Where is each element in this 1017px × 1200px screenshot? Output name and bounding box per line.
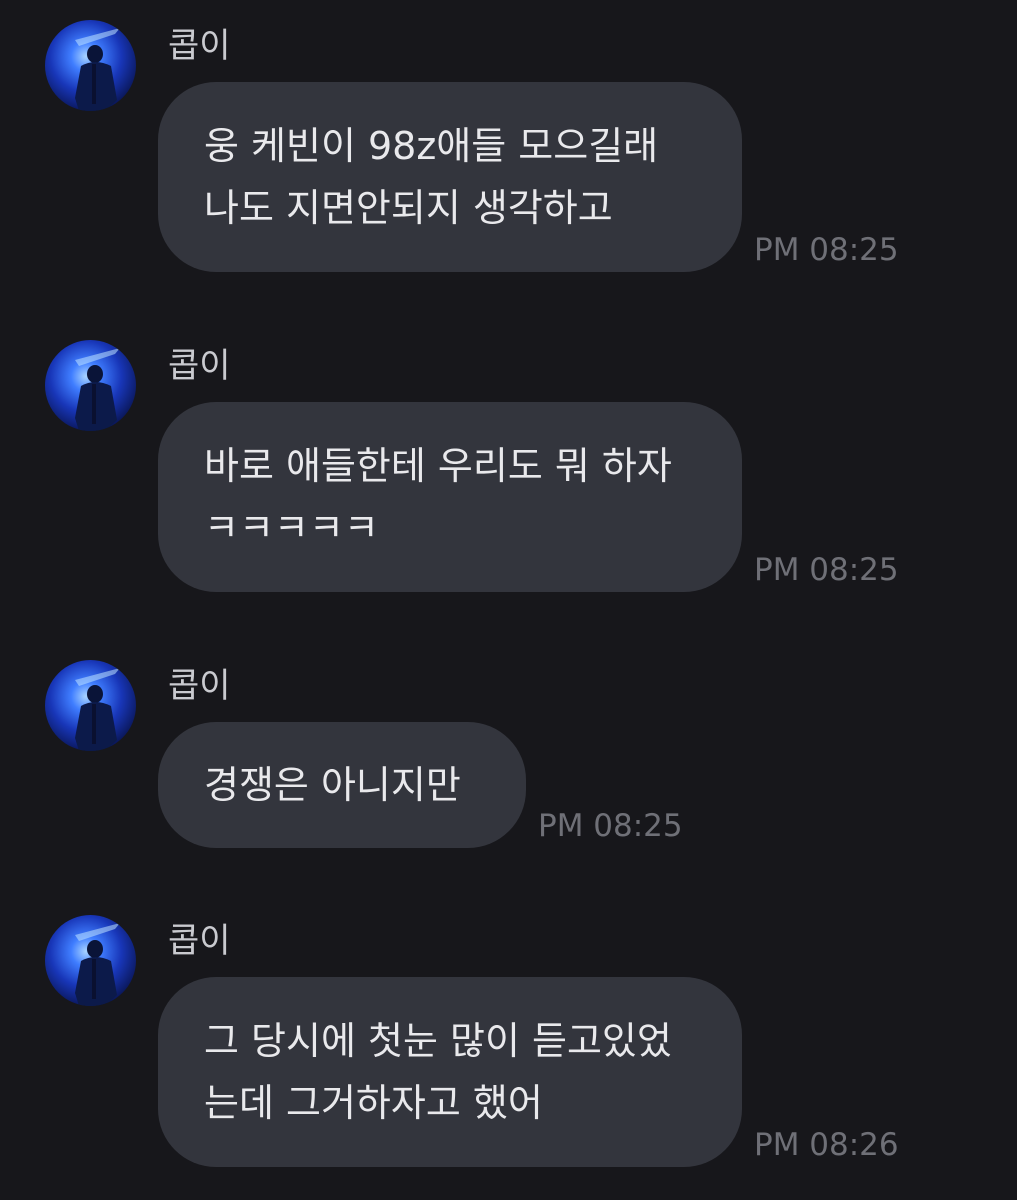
profile-photo-icon <box>45 915 136 1006</box>
sender-name: 콥이 <box>168 666 231 706</box>
message-text: 는데 그거하자고 했어 <box>204 1081 543 1125</box>
timestamp: PM 08:25 <box>538 808 683 844</box>
message-bubble[interactable]: 바로 애들한테 우리도 뭐 하자 ㅋㅋㅋㅋㅋ <box>158 402 742 592</box>
message-text: 나도 지면안되지 생각하고 <box>204 186 613 230</box>
timestamp: PM 08:26 <box>754 1127 899 1163</box>
avatar[interactable] <box>45 340 136 431</box>
message-text: 그 당시에 첫눈 많이 듣고있었 <box>204 1019 672 1063</box>
message-text: ㅋㅋㅋㅋㅋ <box>204 506 379 550</box>
message-text: 경쟁은 아니지만 <box>204 763 461 807</box>
profile-photo-icon <box>45 20 136 111</box>
avatar[interactable] <box>45 20 136 111</box>
chat-window: 콥이 웅 케빈이 98z애들 모으길래 나도 지면안되지 생각하고 PM 08:… <box>0 0 1017 1200</box>
sender-name: 콥이 <box>168 346 231 386</box>
message-group: 콥이 그 당시에 첫눈 많이 듣고있었 는데 그거하자고 했어 PM 08:26 <box>0 915 1017 1175</box>
message-group: 콥이 웅 케빈이 98z애들 모으길래 나도 지면안되지 생각하고 PM 08:… <box>0 20 1017 280</box>
message-text: 웅 케빈이 98z애들 모으길래 <box>204 124 659 168</box>
timestamp: PM 08:25 <box>754 232 899 268</box>
timestamp: PM 08:25 <box>754 552 899 588</box>
message-bubble[interactable]: 그 당시에 첫눈 많이 듣고있었 는데 그거하자고 했어 <box>158 977 742 1167</box>
profile-photo-icon <box>45 340 136 431</box>
avatar[interactable] <box>45 660 136 751</box>
sender-name: 콥이 <box>168 921 231 961</box>
avatar[interactable] <box>45 915 136 1006</box>
message-group: 콥이 바로 애들한테 우리도 뭐 하자 ㅋㅋㅋㅋㅋ PM 08:25 <box>0 340 1017 600</box>
sender-name: 콥이 <box>168 26 231 66</box>
message-text: 바로 애들한테 우리도 뭐 하자 <box>204 444 672 488</box>
message-group: 콥이 경쟁은 아니지만 PM 08:25 <box>0 660 1017 860</box>
message-bubble[interactable]: 웅 케빈이 98z애들 모으길래 나도 지면안되지 생각하고 <box>158 82 742 272</box>
message-bubble[interactable]: 경쟁은 아니지만 <box>158 722 526 848</box>
profile-photo-icon <box>45 660 136 751</box>
